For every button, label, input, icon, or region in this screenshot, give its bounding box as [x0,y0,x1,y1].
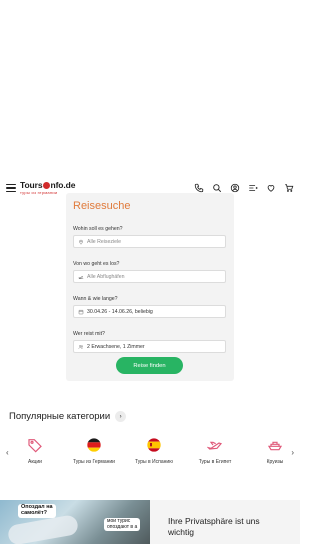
header-actions [194,183,294,193]
calendar-icon [78,309,84,314]
category-item-cruises[interactable]: Круизы [248,436,300,465]
ship-icon [266,436,284,454]
location-pin-icon [79,239,83,245]
travelers-icon [78,344,83,349]
category-item-spain[interactable]: Туры в Испанию [127,436,181,465]
tag-icon [26,436,44,454]
category-item-germany[interactable]: Туры из Германии [67,436,121,465]
category-item-promotions[interactable]: Акции [8,436,62,465]
dates-label: Wann & wie lange? [73,296,118,302]
privacy-heading-line1: Ihre Privatsphäre ist uns [168,516,260,526]
departure-label: Von wo geht es los? [73,261,120,267]
departure-field[interactable]: Alle Abflughäfen [73,270,226,283]
categories-more-icon[interactable]: › [115,411,127,422]
travel-search-form: Reisesuche Wohin soll es gehen? Alle Rei… [66,193,234,381]
germany-flag-icon [85,436,103,454]
phone-icon[interactable] [194,183,204,193]
search-title: Reisesuche [73,200,131,212]
account-icon[interactable] [230,183,240,193]
departure-placeholder: Alle Abflughäfen [87,273,125,280]
category-label: Круизы [266,459,284,465]
travelers-label: Wer reist mit? [73,331,105,337]
destination-placeholder: Alle Reiseziele [87,238,122,245]
promo-caption-2: мои турис опоздают в а [104,518,141,531]
categories-title: Популярные категории [9,411,111,422]
promo-caption-1: Опоздал на самолёт? [18,504,56,518]
airplane-wing-image [6,514,80,544]
promo-caption-2-line2: опоздают в а [107,523,138,530]
page: Tours nfo.de туры из германии Reisesuche … [0,0,300,544]
menu-icon[interactable] [6,184,16,192]
category-label: Туры из Германии [73,459,115,465]
logo-text-part2: nfo.de [50,180,76,191]
categories-header: Популярные категории › [9,411,127,422]
logo-text-part1: Tours [20,180,43,191]
category-label: Туры в Испанию [135,459,173,465]
privacy-heading-line2: wichtig [168,527,194,538]
travelers-value: 2 Erwachsene, 1 Zimmer [87,343,145,350]
list-icon[interactable] [248,183,258,193]
category-item-egypt[interactable]: Туры в Египет [188,436,242,465]
logo-dot [42,182,50,190]
travelers-field[interactable]: 2 Erwachsene, 1 Zimmer [73,340,226,353]
airplane-icon [206,436,224,454]
destination-label: Wohin soll es gehen? [73,226,123,232]
category-label: Акции [28,459,42,465]
promo-caption-1-line2: самолёт? [21,509,48,516]
dates-value: 30.04.26 - 14.06.26, beliebig [87,308,153,315]
find-trip-button[interactable]: Reise finden [116,357,183,374]
search-icon[interactable] [212,183,222,193]
heart-icon[interactable] [266,183,276,193]
dates-field[interactable]: 30.04.26 - 14.06.26, beliebig [73,305,226,318]
cart-icon[interactable] [284,183,294,193]
privacy-notice: Ihre Privatsphäre ist uns wichtig [150,500,300,544]
privacy-heading: Ihre Privatsphäre ist uns wichtig [168,516,300,539]
spain-flag-icon [145,436,163,454]
plane-takeoff-icon [78,275,84,279]
destination-field[interactable]: Alle Reiseziele [73,235,226,248]
promo-video-thumbnail[interactable]: Опоздал на самолёт? мои турис опоздают в… [0,500,150,544]
category-label: Туры в Египет [198,459,232,465]
